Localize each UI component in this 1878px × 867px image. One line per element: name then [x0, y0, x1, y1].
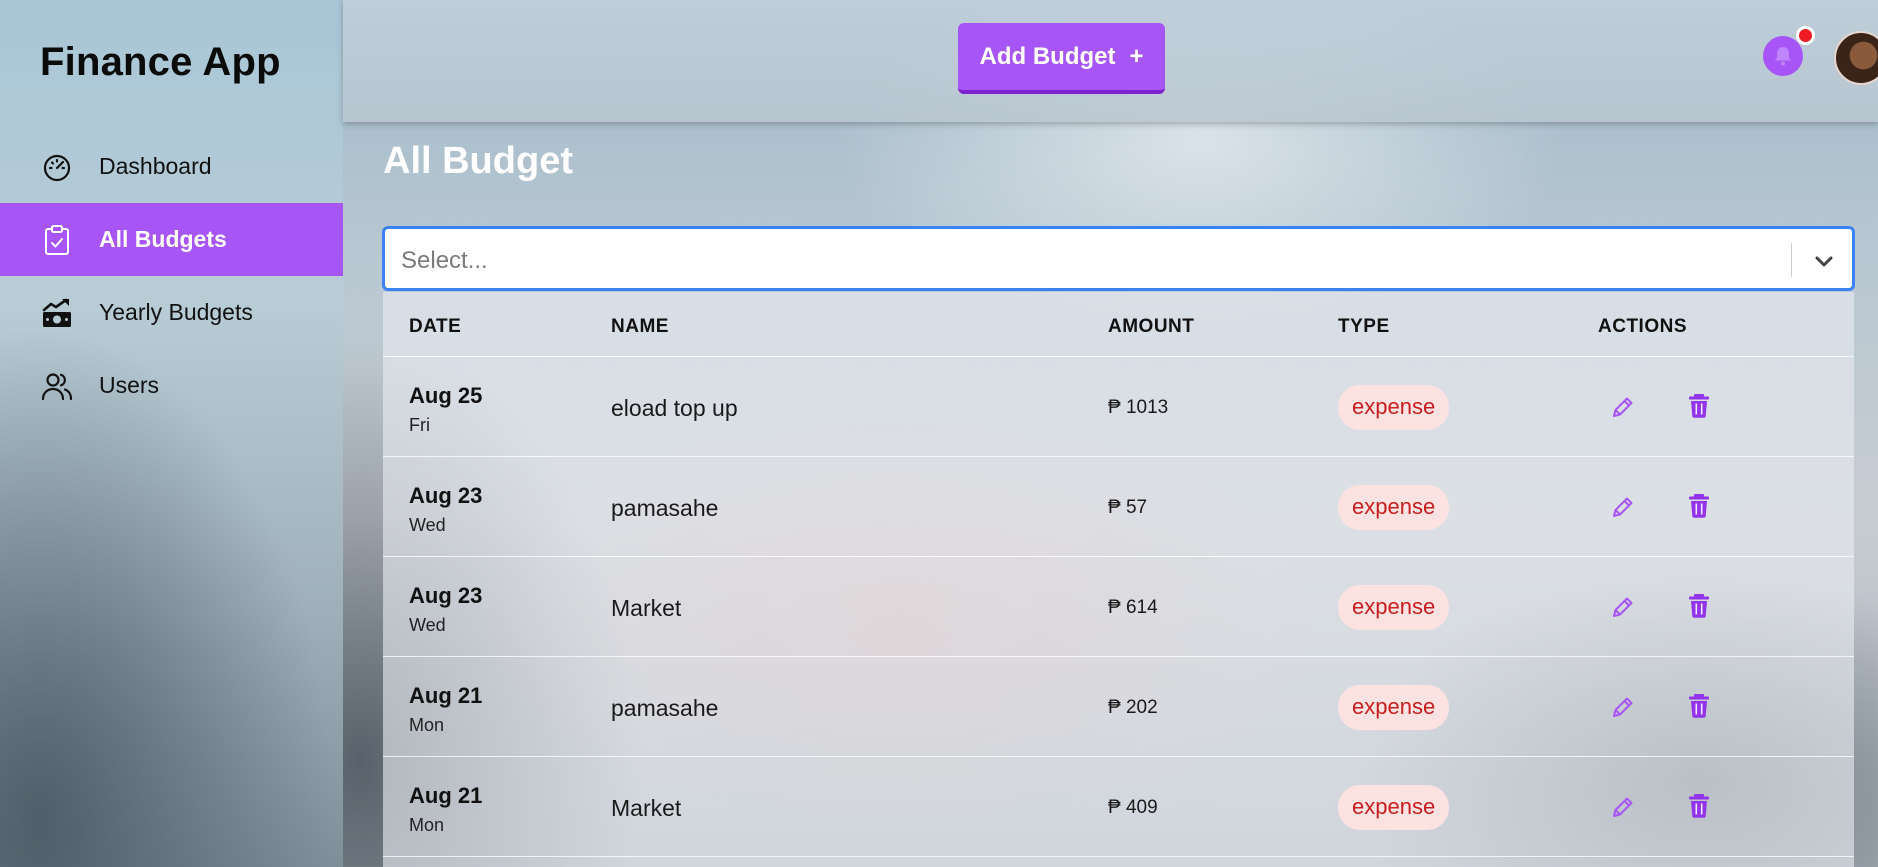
delete-icon[interactable] — [1685, 791, 1713, 819]
type-badge: expense — [1338, 785, 1450, 830]
table-row: Aug 25 Fri eload top up ₱ 1013 expense — [383, 357, 1854, 457]
date-cell: Aug 21 Mon — [409, 783, 482, 836]
name-cell: eload top up — [611, 395, 738, 421]
page-title: All Budget — [383, 140, 573, 182]
select-separator — [1791, 243, 1792, 277]
budget-filter-select[interactable]: Select... — [383, 227, 1854, 290]
delete-icon[interactable] — [1685, 591, 1713, 619]
table-row: Aug 21 Mon pamasahe ₱ 202 expense — [383, 657, 1854, 757]
delete-icon[interactable] — [1685, 691, 1713, 719]
header-amount: AMOUNT — [1108, 316, 1195, 337]
top-bar: Add Budget + — [343, 0, 1878, 122]
table-row: Aug 21 Mon Market ₱ 409 expense — [383, 757, 1854, 857]
edit-icon[interactable] — [1609, 393, 1637, 421]
amount-cell: ₱ 1013 — [1108, 397, 1169, 418]
name-cell: pamasahe — [611, 495, 719, 521]
day-label: Wed — [409, 515, 446, 535]
date-label: Aug 25 — [409, 383, 483, 408]
sidebar-item-label: Users — [99, 372, 160, 398]
edit-icon[interactable] — [1609, 593, 1637, 621]
add-budget-label: Add Budget — [979, 42, 1116, 70]
sidebar-item-label: All Budgets — [99, 226, 227, 252]
day-label: Fri — [409, 415, 430, 435]
header-name: NAME — [611, 316, 669, 337]
date-cell: Aug 21 Mon — [409, 683, 482, 736]
select-placeholder: Select... — [401, 247, 488, 274]
day-label: Wed — [409, 615, 446, 635]
edit-icon[interactable] — [1609, 793, 1637, 821]
table-row: Aug 23 Wed Market ₱ 614 expense — [383, 557, 1854, 657]
type-cell: expense — [1338, 385, 1450, 430]
name-cell: Market — [611, 795, 682, 821]
sidebar-item-dashboard[interactable]: Dashboard — [0, 130, 343, 203]
type-cell: expense — [1338, 685, 1450, 730]
edit-icon[interactable] — [1609, 493, 1637, 521]
sidebar-item-users[interactable]: Users — [0, 349, 343, 422]
date-label: Aug 23 — [409, 583, 483, 608]
name-cell: Market — [611, 595, 682, 621]
sidebar-nav: Dashboard All Budgets Yearly Budgets Use… — [0, 130, 343, 422]
delete-icon[interactable] — [1685, 491, 1713, 519]
header-date: DATE — [409, 316, 462, 337]
date-label: Aug 21 — [409, 683, 483, 708]
chevron-down-icon[interactable] — [1812, 249, 1836, 273]
notification-dot — [1796, 26, 1815, 45]
day-label: Mon — [409, 815, 445, 835]
type-cell: expense — [1338, 585, 1450, 630]
date-cell: Aug 23 Wed — [409, 583, 482, 636]
sidebar-item-label: Yearly Budgets — [99, 299, 253, 325]
gauge-icon — [40, 150, 74, 184]
header-type: TYPE — [1338, 316, 1390, 337]
type-badge: expense — [1338, 485, 1450, 530]
app-brand: Finance App — [40, 40, 281, 84]
name-cell: pamasahe — [611, 695, 719, 721]
type-badge: expense — [1338, 585, 1450, 630]
bell-icon[interactable] — [1763, 36, 1803, 76]
type-cell: expense — [1338, 485, 1450, 530]
sidebar-item-yearly-budgets[interactable]: Yearly Budgets — [0, 276, 343, 349]
sidebar: Finance App Dashboard All Budgets Yearly… — [0, 0, 343, 867]
plus-icon: + — [1129, 42, 1144, 70]
amount-cell: ₱ 409 — [1108, 797, 1158, 818]
edit-icon[interactable] — [1609, 693, 1637, 721]
type-cell: expense — [1338, 785, 1450, 830]
money-chart-icon — [40, 296, 74, 330]
avatar[interactable] — [1834, 31, 1878, 85]
table-row: Aug 23 Wed pamasahe ₱ 57 expense — [383, 457, 1854, 557]
users-icon — [40, 369, 74, 403]
date-label: Aug 23 — [409, 483, 483, 508]
date-cell: Aug 23 Wed — [409, 483, 482, 536]
date-label: Aug 21 — [409, 783, 483, 808]
clipboard-check-icon — [40, 223, 74, 257]
amount-cell: ₱ 57 — [1108, 497, 1148, 518]
header-actions: ACTIONS — [1598, 316, 1687, 337]
amount-cell: ₱ 614 — [1108, 597, 1158, 618]
sidebar-item-all-budgets[interactable]: All Budgets — [0, 203, 343, 276]
day-label: Mon — [409, 715, 445, 735]
budget-table: DATE NAME AMOUNT TYPE ACTIONS Aug 25 Fri… — [383, 292, 1854, 867]
date-cell: Aug 25 Fri — [409, 383, 482, 436]
amount-cell: ₱ 202 — [1108, 697, 1158, 718]
table-header: DATE NAME AMOUNT TYPE ACTIONS — [383, 292, 1854, 357]
add-budget-button[interactable]: Add Budget + — [958, 23, 1165, 94]
type-badge: expense — [1338, 385, 1450, 430]
sidebar-item-label: Dashboard — [99, 153, 212, 179]
type-badge: expense — [1338, 685, 1450, 730]
delete-icon[interactable] — [1685, 391, 1713, 419]
